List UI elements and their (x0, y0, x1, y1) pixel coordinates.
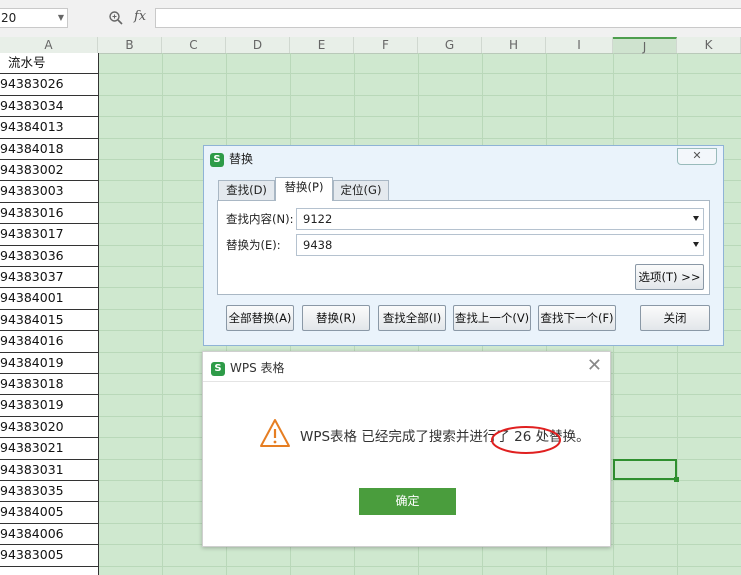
cell-a[interactable]: 94383019 (0, 395, 98, 417)
cell-a[interactable]: 94383016 (0, 203, 98, 225)
tab-replace[interactable]: 替换(P) (275, 177, 333, 201)
formula-input[interactable] (155, 8, 741, 28)
replace-dialog: S 替换 ✕ 查找(D) 替换(P) 定位(G) 查找内容(N): 9122 替换… (203, 145, 724, 346)
replace-input-value: 9438 (303, 238, 333, 252)
column-header-j[interactable]: J (613, 37, 677, 54)
chevron-down-icon[interactable] (693, 216, 699, 221)
cell-a[interactable]: 94384018 (0, 139, 98, 160)
grid-line (98, 137, 741, 139)
column-header-g[interactable]: G (418, 37, 482, 53)
cell-a[interactable]: 94384013 (0, 117, 98, 139)
column-header-b[interactable]: B (98, 37, 162, 53)
column-header-d[interactable]: D (226, 37, 290, 53)
options-button[interactable]: 选项(T) >> (635, 264, 704, 290)
column-header-h[interactable]: H (482, 37, 546, 53)
chevron-down-icon[interactable]: ▼ (58, 9, 64, 27)
message-highlight: 26 处替换。 (514, 429, 590, 445)
cell-a[interactable]: 94383026 (0, 74, 98, 96)
formula-bar: 20 ▼ fx (0, 0, 741, 37)
close-icon[interactable]: ✕ (587, 356, 602, 376)
replace-panel: 查找内容(N): 9122 替换为(E): 9438 选项(T) >> (217, 200, 710, 295)
message-prefix: WPS表格 已经完成了搜索并进行了 (300, 429, 510, 445)
tab-find[interactable]: 查找(D) (218, 180, 275, 200)
tab-goto[interactable]: 定位(G) (333, 180, 389, 200)
cell-a[interactable]: 94384001 (0, 288, 98, 310)
message-dialog-title: S WPS 表格 (211, 359, 285, 376)
find-label: 查找内容(N): (226, 212, 294, 226)
fx-icon[interactable]: fx (134, 9, 146, 24)
cell-a[interactable]: 94384005 (0, 502, 98, 524)
column-a: 流水号 94383026 94383034 94384013 94384018 … (0, 53, 99, 575)
column-header-c[interactable]: C (162, 37, 226, 53)
replace-all-button[interactable]: 全部替换(A) (226, 305, 294, 331)
cell-a[interactable]: 94383037 (0, 267, 98, 289)
close-icon[interactable]: ✕ (677, 148, 717, 165)
name-box-value: 20 (1, 11, 17, 25)
cell-a[interactable]: 94383034 (0, 96, 98, 118)
message-dialog-titlebar: S WPS 表格 ✕ (203, 352, 610, 382)
column-header-f[interactable]: F (354, 37, 418, 53)
replace-input[interactable]: 9438 (296, 234, 704, 256)
selected-cell[interactable] (613, 459, 679, 482)
cell-a[interactable]: 94384006 (0, 524, 98, 546)
warning-icon (260, 419, 290, 447)
replace-button[interactable]: 替换(R) (302, 305, 370, 331)
cell-a[interactable]: 94383036 (0, 246, 98, 267)
cell-a[interactable]: 94384015 (0, 310, 98, 332)
cell-a[interactable]: 94383003 (0, 181, 98, 203)
replace-dialog-title: S 替换 (210, 151, 253, 167)
cell-a[interactable]: 94383035 (0, 481, 98, 503)
replace-dialog-title-text: 替换 (229, 152, 254, 166)
cell-a-header[interactable]: 流水号 (0, 53, 98, 75)
column-header-row: A B C D E F G H I J K (0, 37, 741, 54)
chevron-down-icon[interactable] (693, 242, 699, 247)
find-previous-button[interactable]: 查找上一个(V) (453, 305, 531, 331)
message-dialog: S WPS 表格 ✕ WPS表格 已经完成了搜索并进行了 26 处替换。 确定 (202, 351, 611, 547)
zoom-icon[interactable] (108, 10, 124, 26)
column-header-a[interactable]: A (0, 37, 98, 53)
wps-logo-icon: S (211, 361, 225, 376)
replace-label: 替换为(E): (226, 238, 281, 252)
cell-a[interactable]: 94383005 (0, 545, 98, 567)
message-text: WPS表格 已经完成了搜索并进行了 26 处替换。 (300, 425, 590, 445)
cell-a[interactable]: 94383021 (0, 438, 98, 460)
column-header-k[interactable]: K (677, 37, 741, 53)
find-all-button[interactable]: 查找全部(I) (378, 305, 446, 331)
find-input-value: 9122 (303, 212, 333, 226)
cell-a[interactable]: 94383020 (0, 417, 98, 439)
cell-a[interactable]: 94384016 (0, 331, 98, 353)
grid-line (98, 73, 741, 75)
ok-button[interactable]: 确定 (359, 488, 456, 515)
cell-a[interactable]: 94383017 (0, 224, 98, 246)
close-button[interactable]: 关闭 (640, 305, 710, 331)
cell-a[interactable]: 94383002 (0, 160, 98, 182)
find-next-button[interactable]: 查找下一个(F) (538, 305, 616, 331)
column-header-e[interactable]: E (290, 37, 354, 53)
grid-line (98, 116, 741, 118)
grid-line (98, 94, 741, 96)
cell-a[interactable]: 94383031 (0, 460, 98, 481)
wps-logo-icon: S (210, 152, 224, 167)
column-header-i[interactable]: I (546, 37, 613, 53)
cell-a[interactable]: 94384019 (0, 353, 98, 374)
grid-line (98, 565, 741, 567)
cell-a[interactable]: 94383018 (0, 374, 98, 396)
name-box[interactable]: 20 ▼ (0, 8, 68, 28)
message-dialog-title-text: WPS 表格 (230, 361, 285, 375)
grid-line (162, 53, 163, 575)
find-input[interactable]: 9122 (296, 208, 704, 230)
